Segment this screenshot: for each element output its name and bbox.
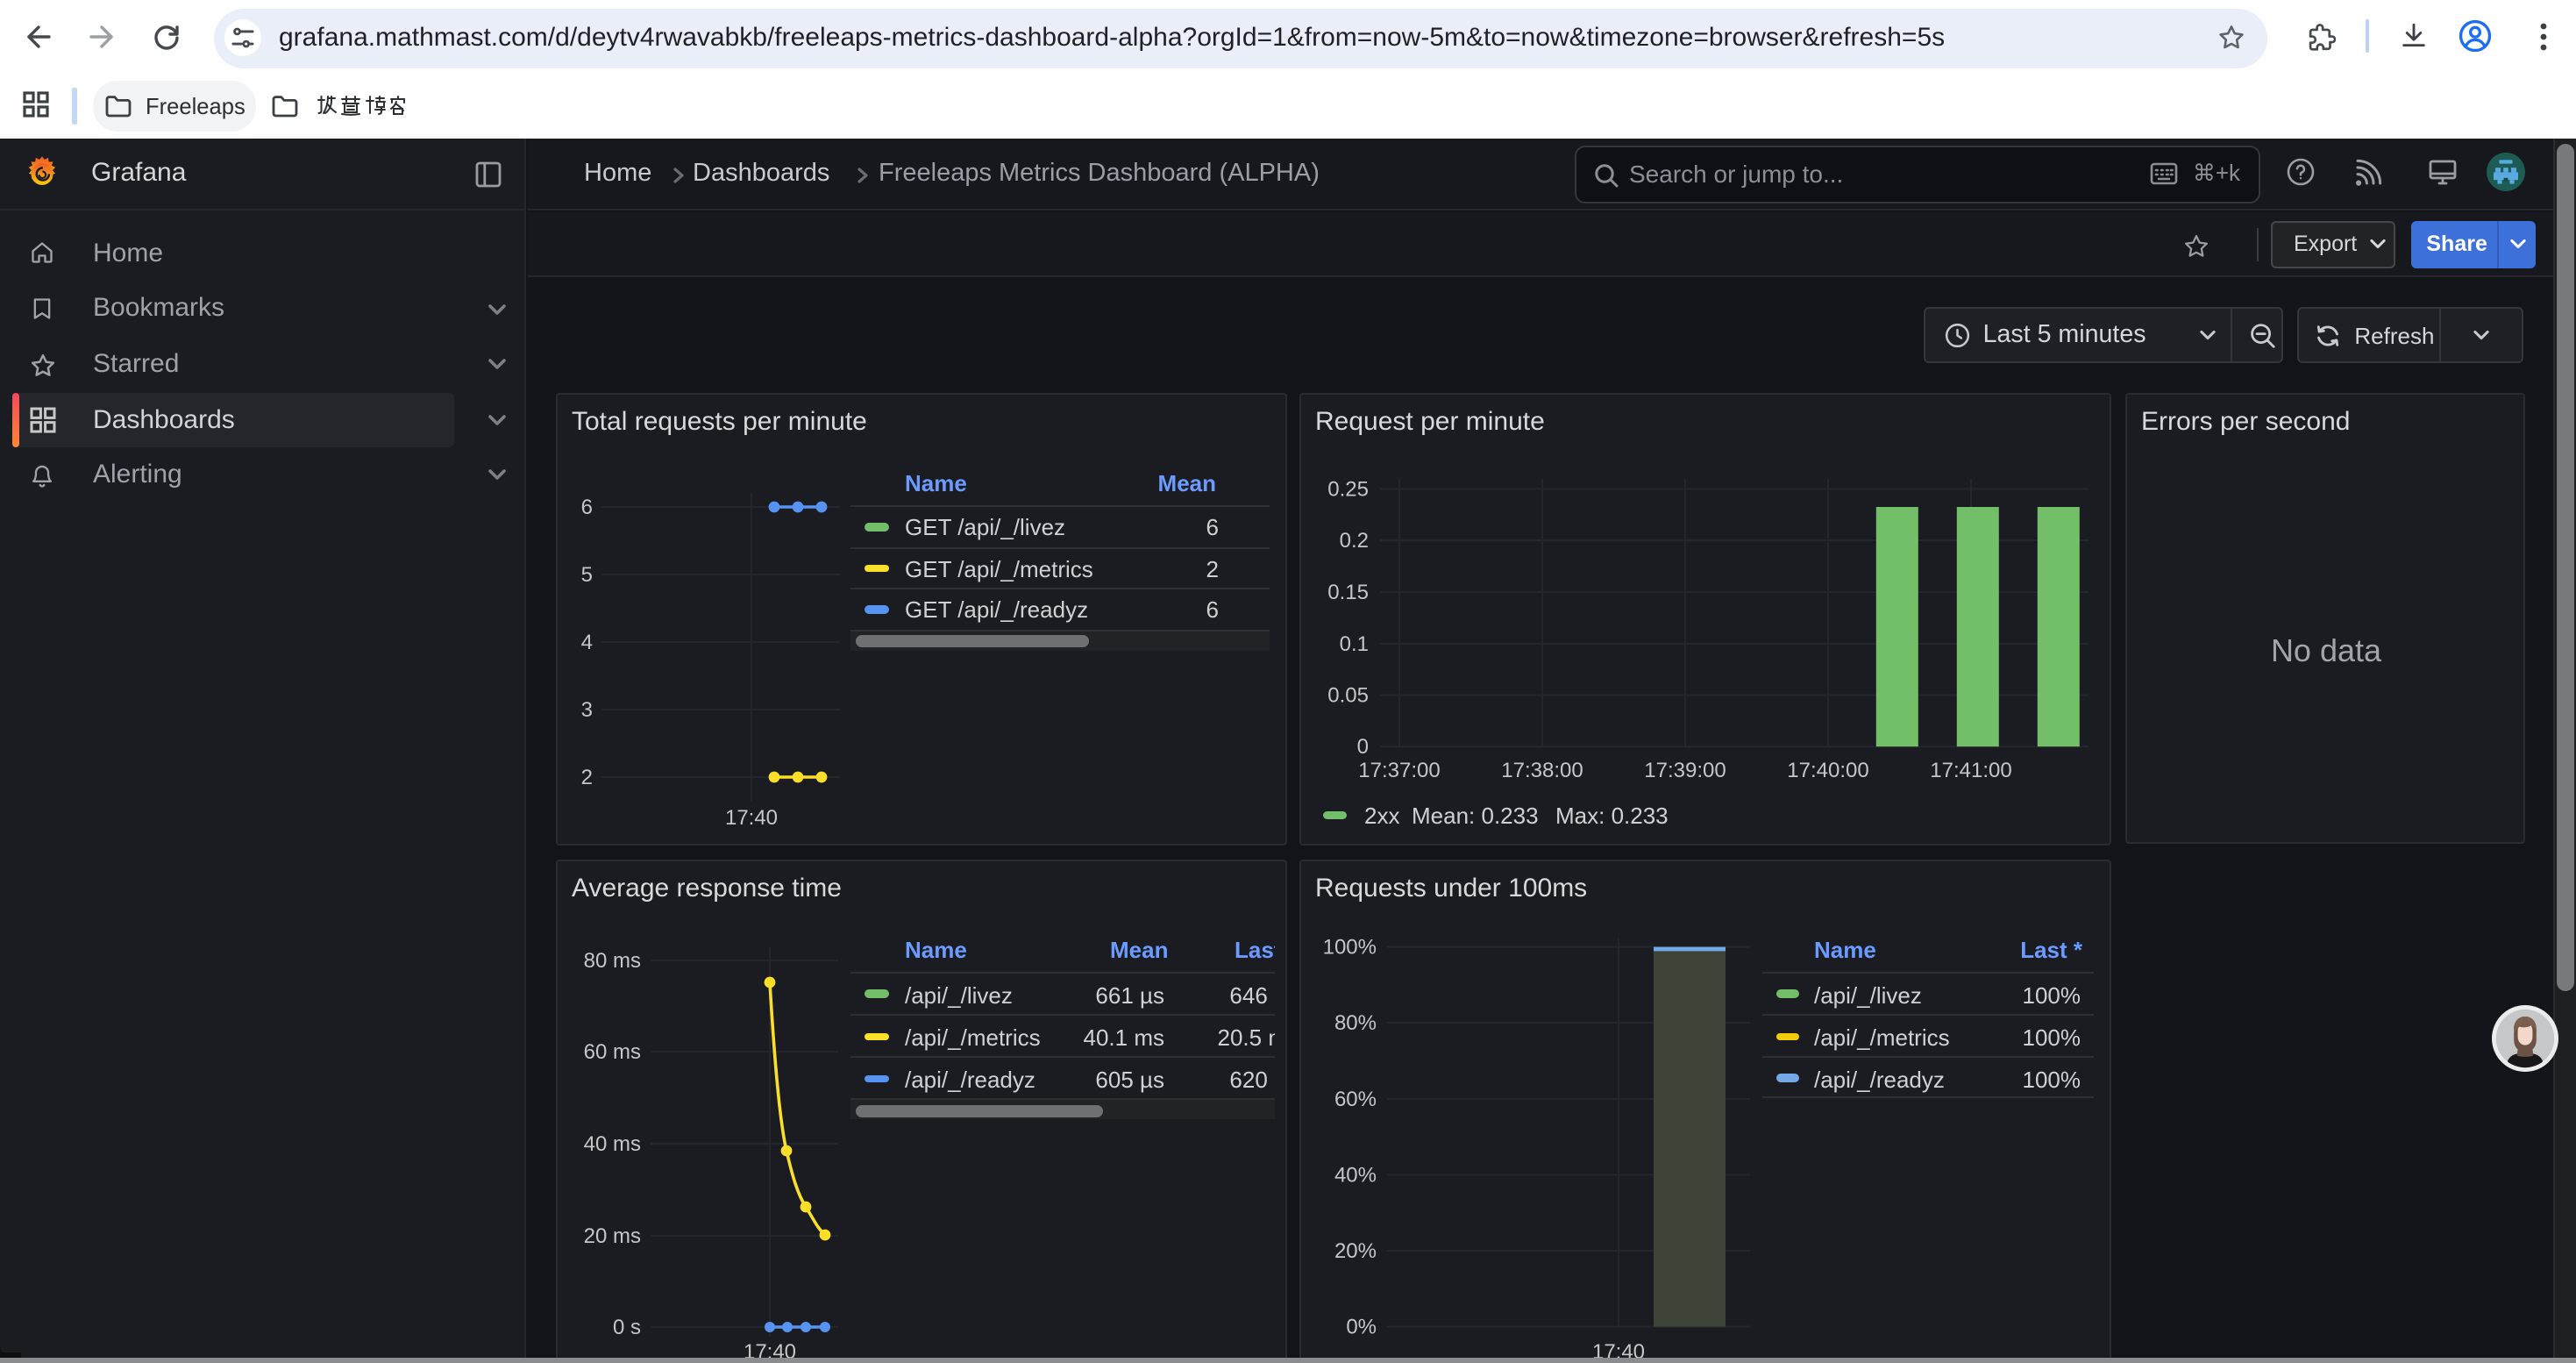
svg-text:20 ms: 20 ms xyxy=(583,1224,640,1248)
svg-text:0.15: 0.15 xyxy=(1327,581,1368,604)
svg-text:0.2: 0.2 xyxy=(1339,529,1368,553)
svg-text:0: 0 xyxy=(1356,735,1368,759)
svg-text:3: 3 xyxy=(580,698,592,722)
svg-text:17:38:00: 17:38:00 xyxy=(1500,759,1582,782)
svg-text:60 ms: 60 ms xyxy=(583,1040,640,1064)
svg-text:20%: 20% xyxy=(1334,1239,1376,1263)
svg-text:0.05: 0.05 xyxy=(1327,684,1368,708)
svg-text:17:39:00: 17:39:00 xyxy=(1643,759,1725,782)
svg-text:Max: 0.233: Max: 0.233 xyxy=(1555,803,1668,829)
svg-text:2: 2 xyxy=(580,766,592,789)
svg-text:17:37:00: 17:37:00 xyxy=(1357,759,1439,782)
svg-text:0.25: 0.25 xyxy=(1327,477,1368,501)
svg-text:80 ms: 80 ms xyxy=(583,949,640,973)
svg-text:Mean: 0.233: Mean: 0.233 xyxy=(1411,803,1538,829)
svg-text:80%: 80% xyxy=(1334,1011,1376,1035)
svg-text:0 s: 0 s xyxy=(612,1316,640,1339)
svg-text:2xx: 2xx xyxy=(1363,803,1398,829)
svg-text:17:40:00: 17:40:00 xyxy=(1786,759,1868,782)
svg-text:17:40: 17:40 xyxy=(724,806,777,830)
svg-text:0.1: 0.1 xyxy=(1339,632,1368,656)
svg-text:6: 6 xyxy=(580,496,592,519)
svg-text:100%: 100% xyxy=(1322,936,1376,960)
svg-text:40 ms: 40 ms xyxy=(583,1132,640,1156)
svg-text:40%: 40% xyxy=(1334,1163,1376,1187)
svg-text:0%: 0% xyxy=(1345,1316,1376,1339)
svg-text:5: 5 xyxy=(580,563,592,587)
svg-text:17:41:00: 17:41:00 xyxy=(1929,759,2010,782)
svg-text:60%: 60% xyxy=(1334,1088,1376,1111)
svg-text:4: 4 xyxy=(580,631,592,654)
